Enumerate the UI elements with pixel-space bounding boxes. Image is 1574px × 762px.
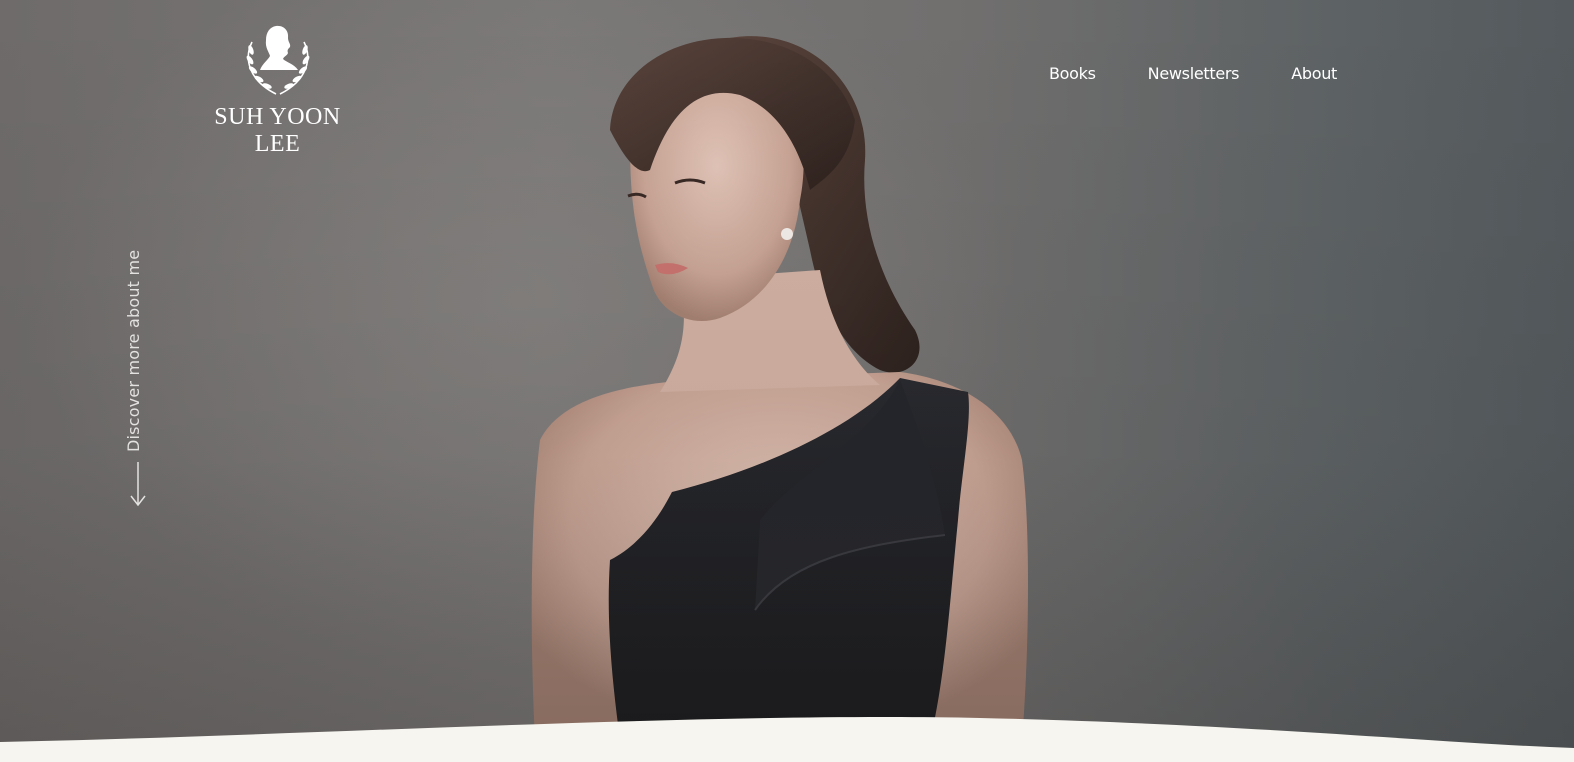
brand-logo[interactable]: SUH YOON LEE: [195, 22, 360, 158]
brand-name: SUH YOON LEE: [214, 104, 341, 157]
nav-item-about[interactable]: About: [1291, 64, 1337, 83]
silhouette-laurel-icon: [246, 25, 309, 95]
hero-wave-divider: [0, 717, 1574, 762]
discover-more-link[interactable]: Discover more about me: [124, 249, 152, 512]
main-nav: Books Newsletters About: [1049, 64, 1337, 83]
nav-item-books[interactable]: Books: [1049, 64, 1096, 83]
nav-item-newsletters[interactable]: Newsletters: [1148, 64, 1240, 83]
arrow-down-icon: [130, 462, 146, 507]
discover-more-label: Discover more about me: [124, 249, 143, 452]
